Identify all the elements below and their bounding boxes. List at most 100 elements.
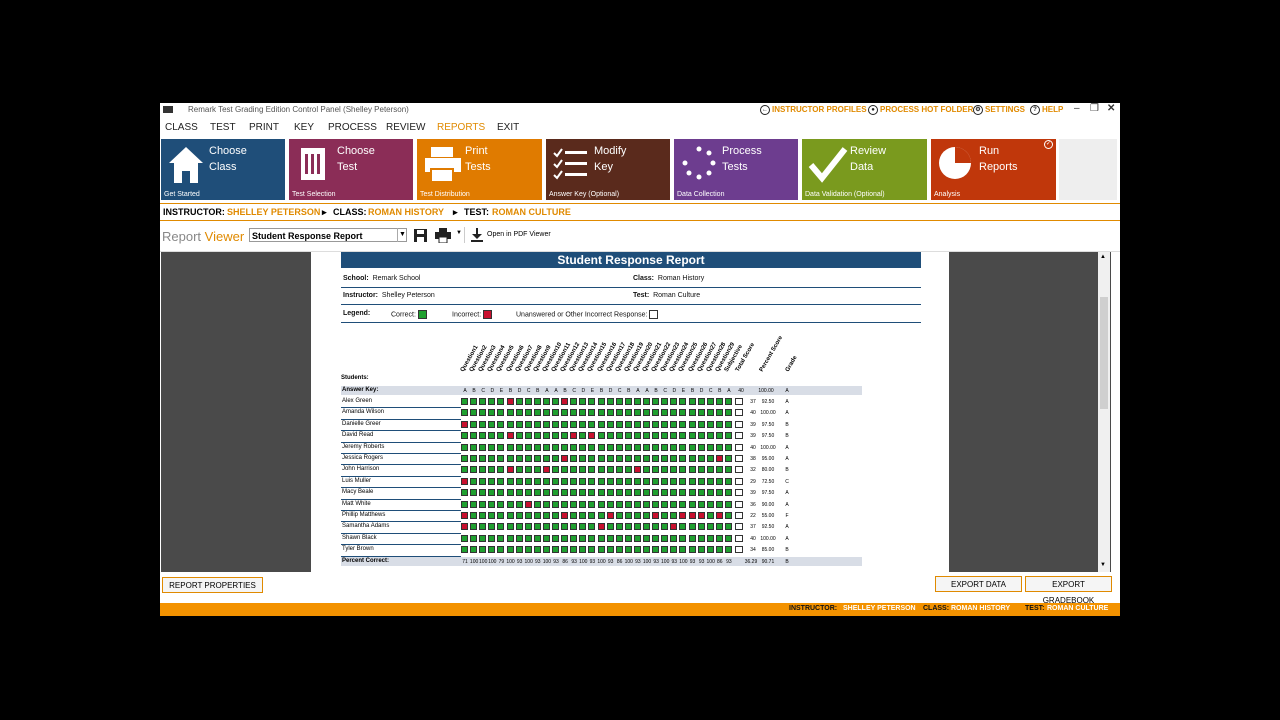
- correct-cell: [643, 512, 650, 519]
- tile-modify-key[interactable]: Modify Key Answer Key (Optional): [546, 139, 670, 200]
- minimize-icon[interactable]: –: [1074, 103, 1080, 114]
- correct-cell: [588, 466, 596, 474]
- download-icon[interactable]: [471, 228, 483, 242]
- menu-key[interactable]: KEY: [294, 122, 314, 133]
- report-select[interactable]: Student Response Report: [249, 228, 407, 242]
- status-bar: INSTRUCTOR: SHELLEY PETERSON CLASS: ROMA…: [160, 603, 1120, 616]
- correct-cell: [533, 466, 541, 474]
- correct-cell: [588, 534, 596, 542]
- grade: B: [785, 547, 789, 554]
- correct-cell: [697, 489, 705, 497]
- correct-cell: [561, 420, 569, 428]
- answer-key-cell: D: [608, 388, 613, 394]
- correct-cell: [552, 546, 559, 554]
- process-hot-folder-label: PROCESS HOT FOLDER: [880, 105, 974, 115]
- correct-cell: [624, 523, 632, 531]
- instructor-profiles-button[interactable]: ← INSTRUCTOR PROFILES: [760, 105, 867, 115]
- print-icon[interactable]: [435, 228, 451, 243]
- incorrect-cell: [506, 398, 514, 405]
- menu-process[interactable]: PROCESS: [328, 122, 377, 133]
- correct-cell: [724, 420, 732, 428]
- correct-cell: [679, 466, 687, 474]
- correct-cell: [579, 477, 587, 485]
- print-dropdown-icon[interactable]: ▼: [456, 230, 462, 236]
- incorrect-cell: [597, 523, 605, 531]
- correct-cell: [670, 546, 678, 554]
- correct-cell: [606, 455, 614, 462]
- subjective-score-box: [735, 534, 743, 542]
- menu-exit[interactable]: EXIT: [497, 122, 519, 133]
- correct-cell: [533, 546, 541, 554]
- pie-icon: [939, 147, 971, 179]
- chevron-down-icon[interactable]: ▼: [397, 228, 407, 242]
- answer-key-cell: D: [672, 388, 677, 394]
- export-gradebook-button[interactable]: EXPORT GRADEBOOK: [1025, 576, 1112, 605]
- correct-cell: [570, 443, 578, 451]
- correct-cell: [570, 489, 578, 497]
- help-button[interactable]: ? HELP: [1030, 105, 1063, 115]
- correct-cell: [715, 466, 723, 474]
- tile-review-data[interactable]: Review Data Data Validation (Optional): [802, 139, 927, 200]
- save-icon[interactable]: [414, 229, 427, 242]
- title-part: Report: [162, 229, 205, 244]
- vertical-scrollbar[interactable]: ▲ ▼: [1098, 252, 1110, 572]
- correct-cell: [688, 534, 696, 542]
- menu-reports[interactable]: REPORTS: [437, 122, 485, 133]
- correct-cell: [606, 398, 614, 405]
- tile-print-tests[interactable]: Print Tests Test Distribution: [417, 139, 542, 200]
- correct-cell: [506, 477, 514, 485]
- correct-cell: [715, 398, 723, 405]
- restore-icon[interactable]: ❐: [1090, 103, 1099, 114]
- correct-cell: [706, 466, 714, 474]
- answer-key-cell: C: [663, 388, 667, 394]
- tile-choose-test[interactable]: Choose Test Test Selection: [289, 139, 413, 200]
- correct-cell: [661, 466, 669, 474]
- correct-cell: [524, 477, 532, 485]
- checklist-icon: [553, 148, 587, 180]
- correct-cell: [570, 500, 578, 508]
- correct-cell: [624, 455, 632, 462]
- export-data-button[interactable]: EXPORT DATA: [935, 576, 1022, 592]
- incorrect-cell: [461, 477, 468, 485]
- tile-label: Class: [209, 161, 237, 173]
- correct-cell: [488, 477, 496, 485]
- correct-cell: [688, 443, 696, 451]
- correct-cell: [461, 409, 468, 417]
- tile-process-tests[interactable]: Process Tests Data Collection: [674, 139, 798, 200]
- menu-print[interactable]: PRINT: [249, 122, 279, 133]
- tile-run-reports[interactable]: Run Reports Analysis ✓: [931, 139, 1056, 200]
- tile-choose-class[interactable]: Choose Class Get Started: [161, 139, 285, 200]
- breadcrumb-instructor[interactable]: SHELLEY PETERSON: [227, 207, 320, 217]
- student-name: John Harrison: [342, 466, 380, 473]
- correct-cell: [515, 409, 523, 417]
- correct-cell: [597, 489, 605, 497]
- process-hot-folder-button[interactable]: ● PROCESS HOT FOLDER: [868, 105, 973, 115]
- menu-class[interactable]: CLASS: [165, 122, 198, 133]
- correct-cell: [533, 455, 541, 462]
- grade: C: [785, 478, 789, 485]
- scroll-down-icon[interactable]: ▼: [1100, 562, 1106, 568]
- correct-cell: [542, 398, 550, 405]
- correct-cell: [597, 534, 605, 542]
- scroll-up-icon[interactable]: ▲: [1100, 254, 1106, 260]
- correct-cell: [570, 546, 578, 554]
- correct-cell: [597, 443, 605, 451]
- report-properties-button[interactable]: REPORT PROPERTIES: [162, 577, 263, 593]
- breadcrumb-class[interactable]: ROMAN HISTORY: [368, 207, 444, 217]
- menu-test[interactable]: TEST: [210, 122, 236, 133]
- settings-button[interactable]: ⚙ SETTINGS: [973, 105, 1025, 115]
- incorrect-cell: [679, 512, 687, 519]
- open-pdf-button[interactable]: Open in PDF Viewer: [487, 231, 551, 238]
- percent-score: 90.00: [761, 501, 775, 508]
- percent-score: 100.00: [760, 410, 776, 417]
- menu-review[interactable]: REVIEW: [386, 122, 425, 133]
- close-icon[interactable]: ✕: [1107, 103, 1115, 114]
- tile-label: Run: [979, 145, 1000, 157]
- percent-correct-label: Percent Correct:: [342, 557, 390, 564]
- tile-label: Reports: [979, 161, 1018, 173]
- correct-cell: [488, 398, 496, 405]
- correct-cell: [652, 477, 660, 485]
- correct-cell: [524, 512, 532, 519]
- scroll-thumb[interactable]: [1100, 297, 1108, 409]
- breadcrumb-test[interactable]: ROMAN CULTURE: [492, 207, 571, 217]
